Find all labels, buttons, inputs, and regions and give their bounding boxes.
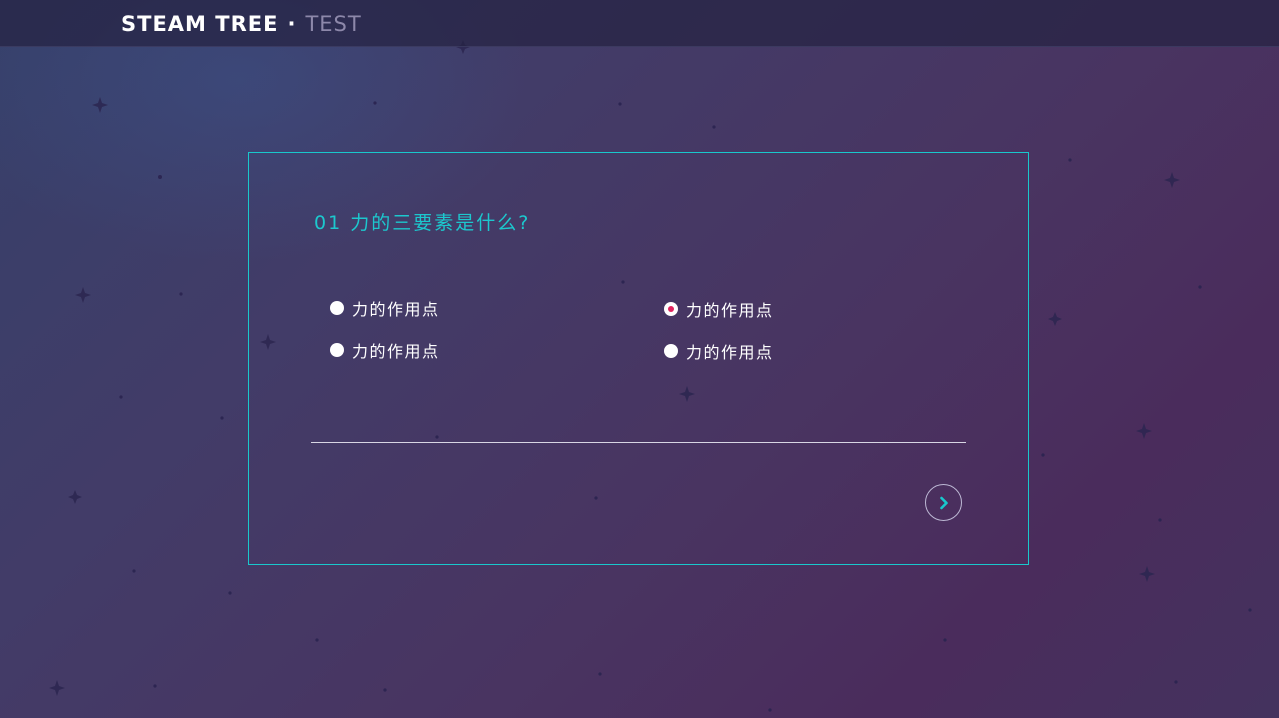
chevron-right-icon xyxy=(939,496,948,509)
radio-button-selected[interactable] xyxy=(664,302,678,316)
star-icon xyxy=(1136,423,1152,439)
divider xyxy=(311,442,966,443)
option-3[interactable]: 力的作用点 xyxy=(330,339,440,361)
option-label: 力的作用点 xyxy=(352,342,440,361)
star-icon xyxy=(1048,312,1062,326)
star-icon xyxy=(75,287,91,303)
brand-name: STEAM TREE xyxy=(121,12,279,36)
option-label: 力的作用点 xyxy=(686,301,774,320)
option-1[interactable]: 力的作用点 xyxy=(330,297,440,319)
radio-button[interactable] xyxy=(330,343,344,357)
next-button[interactable] xyxy=(925,484,962,521)
option-4[interactable]: 力的作用点 xyxy=(664,340,774,362)
question-title: 01 力的三要素是什么? xyxy=(314,212,531,234)
option-label: 力的作用点 xyxy=(686,343,774,362)
option-2[interactable]: 力的作用点 xyxy=(664,298,774,320)
radio-button[interactable] xyxy=(330,301,344,315)
star-icon xyxy=(92,97,108,113)
star-icon xyxy=(49,680,65,696)
top-bar: STEAM TREE · TEST xyxy=(0,0,1279,47)
star-icon xyxy=(68,490,82,504)
brand-separator: · xyxy=(287,12,297,36)
star-icon xyxy=(1164,172,1180,188)
section-name: TEST xyxy=(305,12,362,36)
star-icon xyxy=(1139,566,1155,582)
option-label: 力的作用点 xyxy=(352,300,440,319)
quiz-card: 01 力的三要素是什么? 力的作用点 力的作用点 力的作用点 力的作用点 xyxy=(248,152,1029,565)
brand-title: STEAM TREE · TEST xyxy=(121,9,362,39)
radio-button[interactable] xyxy=(664,344,678,358)
